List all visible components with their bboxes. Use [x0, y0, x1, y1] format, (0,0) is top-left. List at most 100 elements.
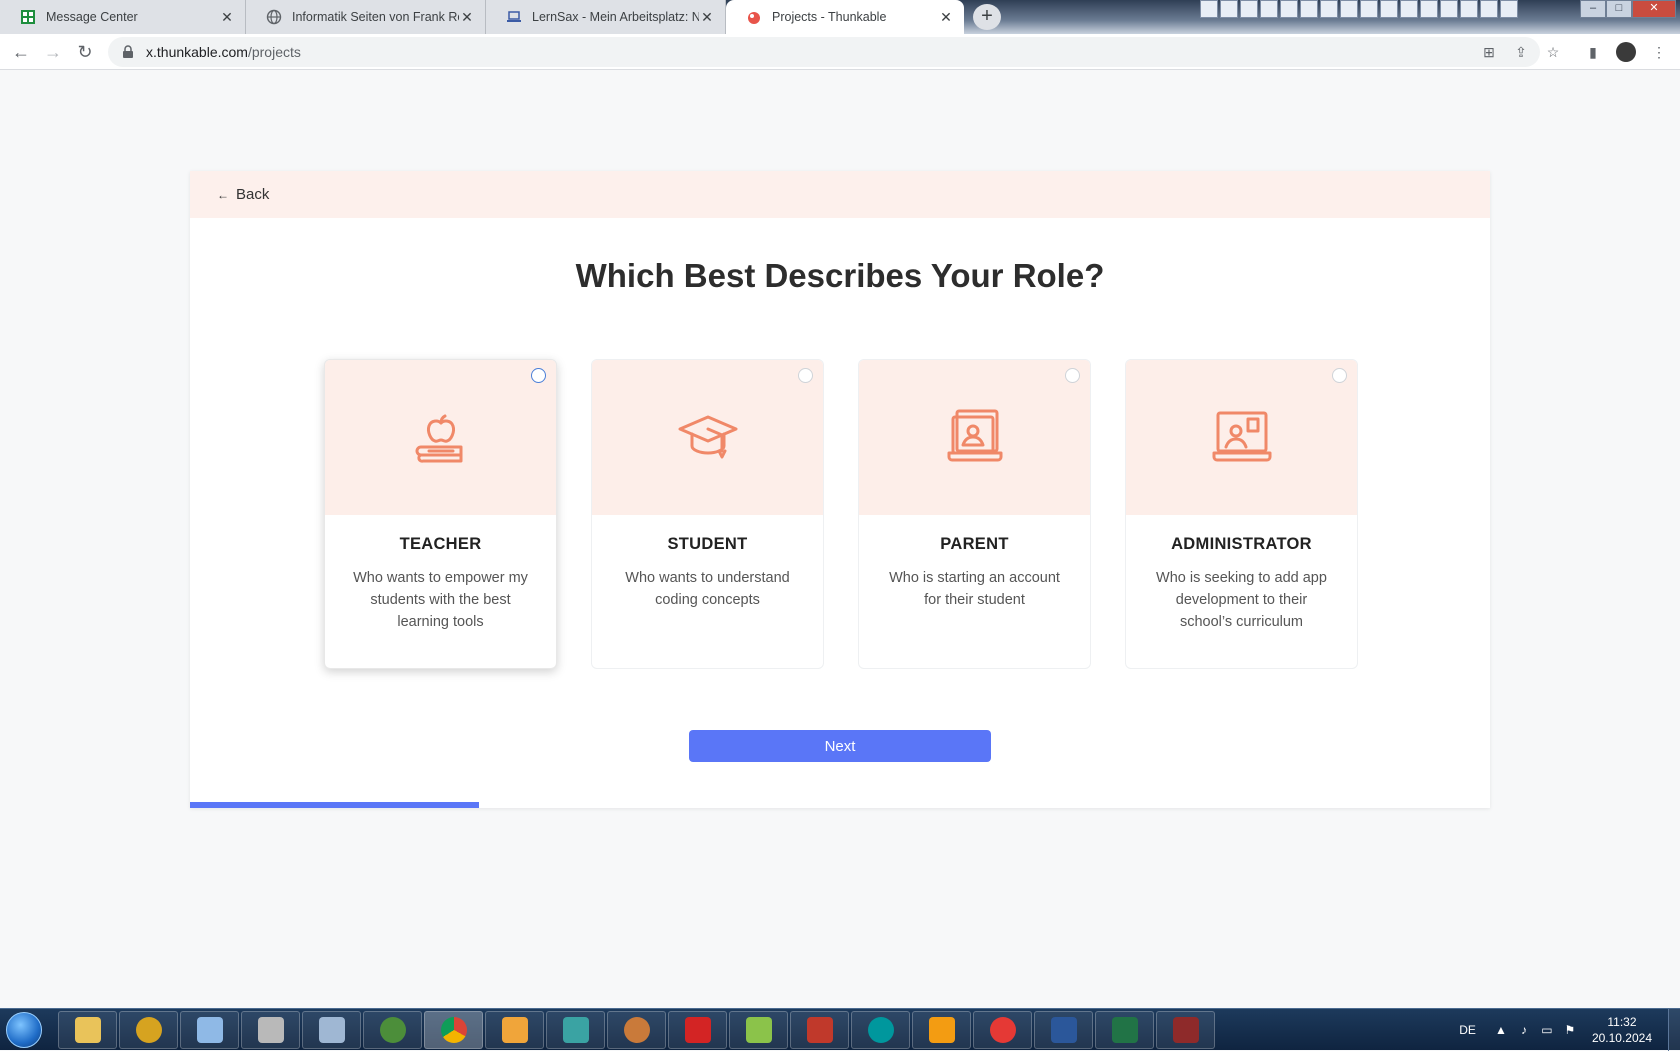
app-icon[interactable] [1260, 0, 1278, 18]
role-radio[interactable] [798, 368, 813, 383]
tab-message-center[interactable]: Message Center ✕ [0, 0, 246, 34]
taskbar-app-globe[interactable] [363, 1011, 422, 1049]
menu-kebab-icon[interactable]: ⋮ [1650, 43, 1668, 61]
volume-icon[interactable]: ♪ [1517, 1023, 1531, 1037]
taskbar-app-chrome[interactable] [424, 1011, 483, 1049]
taskbar-app-red[interactable] [973, 1011, 1032, 1049]
taskbar-app-word[interactable] [1034, 1011, 1093, 1049]
thunkable-icon [748, 12, 760, 24]
role-card-parent[interactable]: PARENT Who is starting an account for th… [858, 359, 1091, 669]
role-card-illustration [859, 360, 1090, 515]
clock-date: 20.10.2024 [1591, 1031, 1652, 1045]
url-host: x.thunkable.com [146, 44, 248, 60]
language-indicator[interactable]: DE [1459, 1023, 1476, 1037]
taskbar-app-blocks[interactable] [790, 1011, 849, 1049]
show-desktop-button[interactable] [1668, 1009, 1680, 1051]
app-icon[interactable] [1420, 0, 1438, 18]
new-tab-button[interactable]: + [973, 4, 1001, 30]
app-icon[interactable] [1280, 0, 1298, 18]
close-tab-icon[interactable]: ✕ [459, 9, 475, 26]
id-board-icon [1210, 403, 1274, 472]
back-link[interactable]: ← Back [217, 186, 269, 203]
card-header: ← Back [190, 171, 1490, 218]
tab-informatik[interactable]: Informatik Seiten von Frank Rost ✕ [246, 0, 486, 34]
tab-lernsax[interactable]: LernSax - Mein Arbeitsplatz: Noti ✕ [486, 0, 726, 34]
person-laptop-icon [943, 403, 1007, 472]
taskbar-app-key[interactable] [1156, 1011, 1215, 1049]
progress-bar-fill [190, 802, 479, 808]
share-icon[interactable]: ⇪ [1512, 43, 1530, 61]
minimize-icon[interactable]: – [1580, 0, 1606, 18]
maximize-icon[interactable]: □ [1606, 0, 1632, 18]
role-name: PARENT [940, 535, 1009, 553]
system-tray: DE ▲ ♪ ▭ ⚑ 11:32 20.10.2024 [1459, 1009, 1680, 1051]
bookmark-star-icon[interactable]: ☆ [1544, 43, 1562, 61]
app-icon[interactable] [1440, 0, 1458, 18]
network-icon[interactable]: ▭ [1540, 1023, 1554, 1037]
taskbar-app-tools[interactable] [241, 1011, 300, 1049]
tab-strip: Message Center ✕ Informatik Seiten von F… [0, 0, 1680, 34]
taskbar-app-media[interactable] [485, 1011, 544, 1049]
app-icon[interactable] [1400, 0, 1418, 18]
taskbar-app-notepad[interactable] [180, 1011, 239, 1049]
browser-toolbar: ← → ↻ x.thunkable.com/projects ⊞ ⇪ ☆ ▮ ⋮ [0, 34, 1680, 70]
start-button[interactable] [6, 1012, 42, 1048]
taskbar-app-arduino[interactable] [851, 1011, 910, 1049]
progress-bar [190, 802, 1490, 808]
close-tab-icon[interactable]: ✕ [699, 9, 715, 26]
taskbar-app-settings[interactable] [119, 1011, 178, 1049]
close-tab-icon[interactable]: ✕ [219, 9, 235, 26]
clock[interactable]: 11:32 20.10.2024 [1592, 1014, 1652, 1046]
taskbar-app-s[interactable] [912, 1011, 971, 1049]
app-icon[interactable] [1360, 0, 1378, 18]
page-title: Which Best Describes Your Role? [575, 257, 1105, 294]
role-card-teacher[interactable]: TEACHER Who wants to empower my students… [324, 359, 557, 669]
taskbar: DE ▲ ♪ ▭ ⚑ 11:32 20.10.2024 [0, 1008, 1680, 1051]
role-card-illustration [592, 360, 823, 515]
taskbar-app-calculator[interactable] [302, 1011, 361, 1049]
back-arrow-icon[interactable]: ← [10, 41, 32, 63]
flag-icon[interactable]: ⚑ [1563, 1023, 1577, 1037]
taskbar-app-explorer[interactable] [58, 1011, 117, 1049]
close-window-icon[interactable]: ✕ [1632, 0, 1676, 18]
next-button[interactable]: Next [689, 730, 991, 762]
role-radio[interactable] [1065, 368, 1080, 383]
role-options: TEACHER Who wants to empower my students… [324, 359, 1358, 669]
translate-icon[interactable]: ⊞ [1480, 43, 1498, 61]
taskbar-app-tool-x[interactable] [546, 1011, 605, 1049]
role-radio[interactable] [531, 368, 546, 383]
app-icon[interactable] [1300, 0, 1318, 18]
role-description: Who is starting an account for their stu… [889, 570, 1060, 608]
arrow-left-icon: ← [217, 187, 229, 202]
quick-launch-icons [1200, 0, 1518, 20]
role-radio[interactable] [1332, 368, 1347, 383]
taskbar-app-geo[interactable] [729, 1011, 788, 1049]
role-card-administrator[interactable]: ADMINISTRATOR Who is seeking to add app … [1125, 359, 1358, 669]
taskbar-app-paint[interactable] [607, 1011, 666, 1049]
app-icon[interactable] [1340, 0, 1358, 18]
tray-expand-icon[interactable]: ▲ [1494, 1023, 1508, 1037]
reload-icon[interactable]: ↻ [74, 41, 96, 63]
taskbar-app-excel[interactable] [1095, 1011, 1154, 1049]
address-bar[interactable]: x.thunkable.com/projects [108, 37, 1540, 67]
url-path: /projects [247, 44, 301, 60]
app-icon[interactable] [1200, 0, 1218, 18]
forward-arrow-icon[interactable]: → [42, 41, 64, 63]
app-icon[interactable] [1460, 0, 1478, 18]
app-icon[interactable] [1320, 0, 1338, 18]
app-icon[interactable] [1220, 0, 1238, 18]
taskbar-app-p[interactable] [668, 1011, 727, 1049]
role-card-illustration [1126, 360, 1357, 515]
role-card-student[interactable]: STUDENT Who wants to understand coding c… [591, 359, 824, 669]
app-icon[interactable] [1240, 0, 1258, 18]
app-icon[interactable] [1500, 0, 1518, 18]
tab-thunkable[interactable]: Projects - Thunkable ✕ [726, 0, 964, 34]
profile-avatar[interactable] [1616, 42, 1636, 62]
tab-title: Informatik Seiten von Frank Rost [292, 10, 459, 24]
app-icon[interactable] [1480, 0, 1498, 18]
side-panel-icon[interactable]: ▮ [1584, 43, 1602, 61]
app-icon[interactable] [1380, 0, 1398, 18]
back-label: Back [236, 186, 270, 203]
tab-title: Projects - Thunkable [772, 10, 887, 24]
close-tab-icon[interactable]: ✕ [938, 9, 954, 26]
